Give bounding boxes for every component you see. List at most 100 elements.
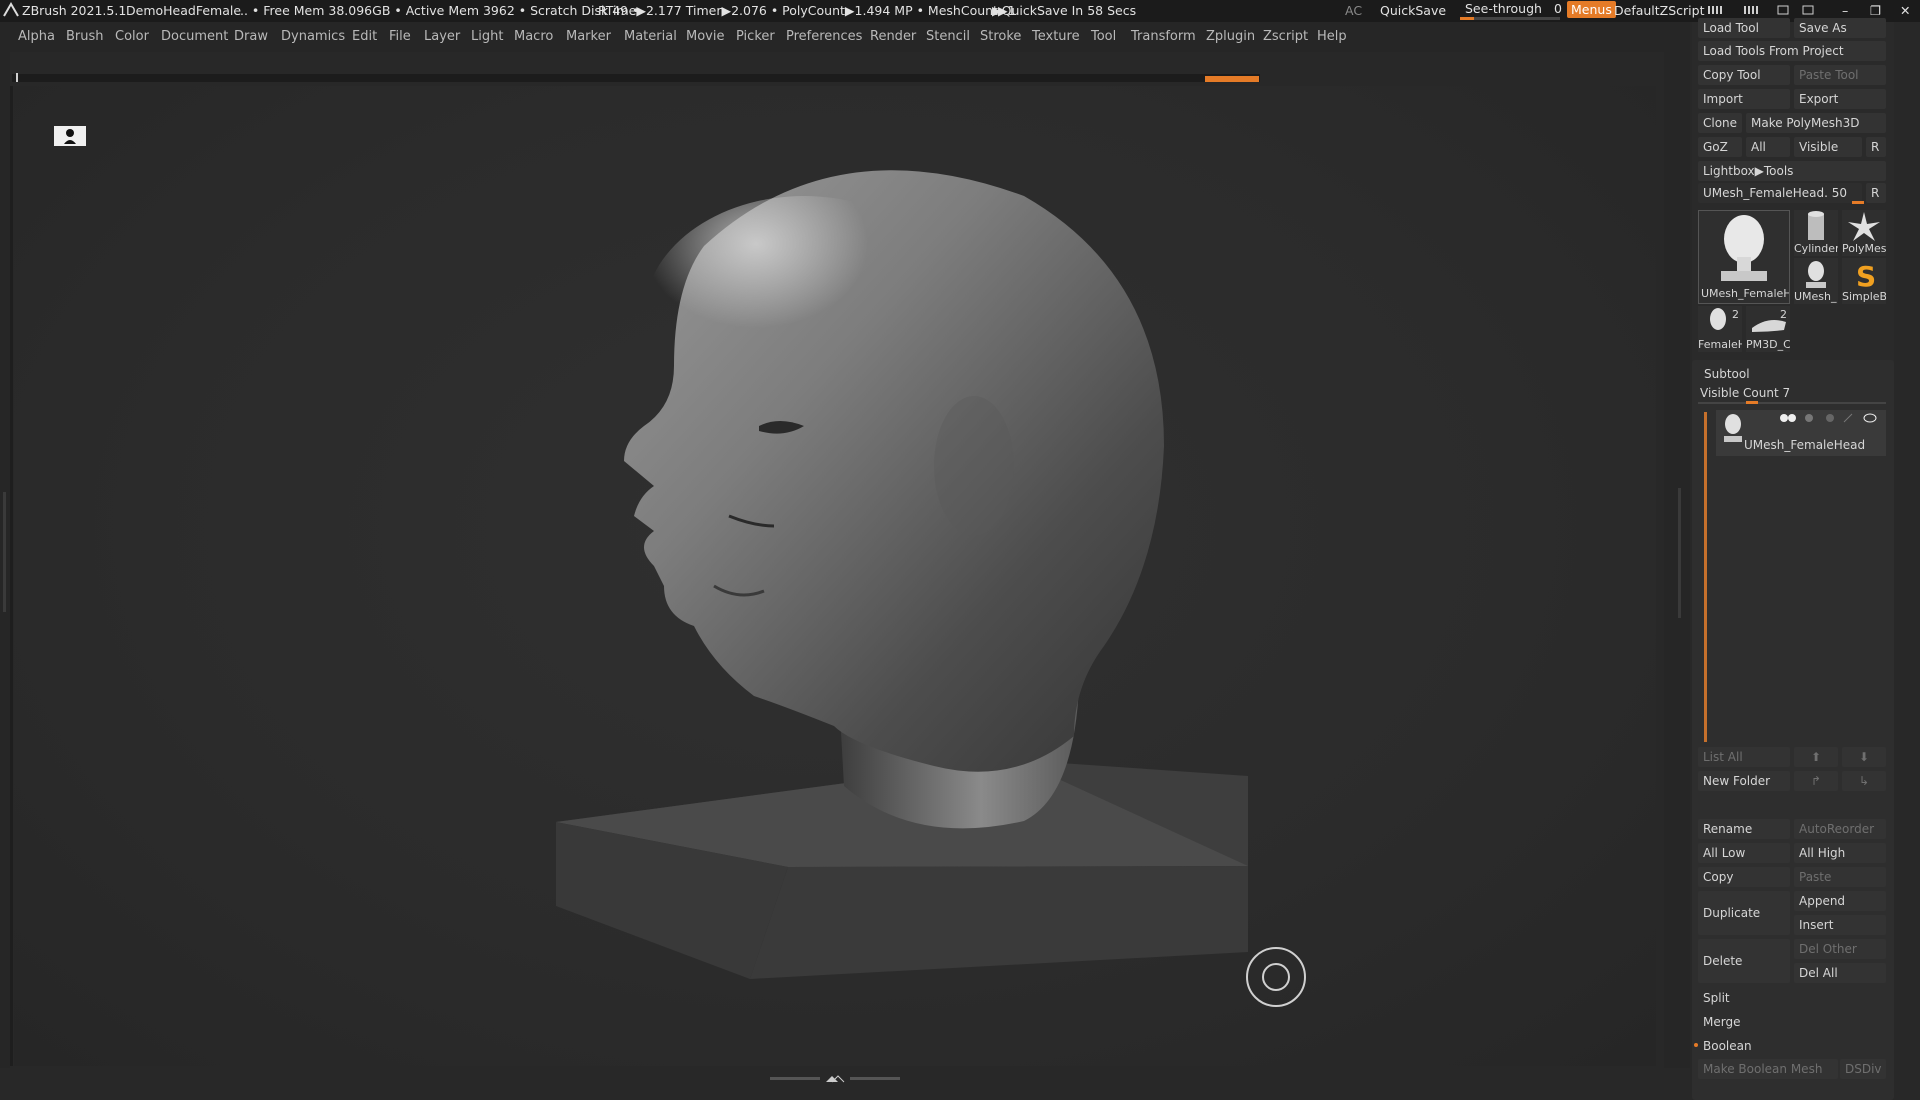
save-as-button[interactable]: Save As bbox=[1794, 18, 1886, 38]
menu-edit[interactable]: Edit bbox=[352, 29, 377, 44]
copy-tool-button[interactable]: Copy Tool bbox=[1698, 65, 1790, 85]
tool-thumb-umesh-femalehead[interactable]: UMesh_FemaleH bbox=[1698, 210, 1790, 304]
quicksave-button[interactable]: QuickSave bbox=[1380, 3, 1446, 18]
load-tool-button[interactable]: Load Tool bbox=[1698, 18, 1790, 38]
see-through-slider[interactable]: See-through 0 bbox=[1465, 1, 1562, 16]
folder-up-icon[interactable]: ↱ bbox=[1794, 771, 1838, 791]
visible-count-track[interactable] bbox=[1698, 402, 1886, 404]
menu-file[interactable]: File bbox=[389, 29, 411, 44]
bottom-shelf-handle[interactable] bbox=[770, 1069, 900, 1083]
subtool-toggle-icons[interactable] bbox=[1754, 412, 1884, 424]
del-all-button[interactable]: Del All bbox=[1794, 963, 1886, 983]
load-tools-from-project-button[interactable]: Load Tools From Project bbox=[1698, 41, 1886, 61]
subtool-title[interactable]: Subtool bbox=[1704, 367, 1750, 381]
current-tool-slider[interactable]: UMesh_FemaleHead. 50 bbox=[1698, 183, 1862, 203]
paste-subtool-button[interactable]: Paste bbox=[1794, 867, 1886, 887]
new-folder-button[interactable]: New Folder bbox=[1698, 771, 1790, 791]
visible-count-fill bbox=[1746, 401, 1758, 404]
menu-help[interactable]: Help bbox=[1317, 29, 1347, 44]
right-shelf[interactable] bbox=[1664, 52, 1690, 1068]
visible-count-slider[interactable]: Visible Count 7 bbox=[1700, 386, 1790, 400]
paste-tool-button[interactable]: Paste Tool bbox=[1794, 65, 1886, 85]
tool-thumb-umesh-small[interactable]: UMesh_ bbox=[1794, 258, 1838, 304]
document-canvas[interactable] bbox=[14, 86, 1656, 1066]
menu-transform[interactable]: Transform bbox=[1131, 29, 1196, 44]
tool-thumb-polymesh[interactable]: PolyMes bbox=[1842, 210, 1886, 256]
tool-thumb-simplebrush[interactable]: S SimpleB bbox=[1842, 258, 1886, 304]
tool-thumb-female[interactable]: 2 FemaleH bbox=[1698, 306, 1742, 352]
menu-marker[interactable]: Marker bbox=[566, 29, 611, 44]
merge-section[interactable]: Merge bbox=[1698, 1012, 1886, 1032]
right-shelf-handle[interactable] bbox=[1678, 488, 1681, 618]
folder-down-icon[interactable]: ↳ bbox=[1842, 771, 1886, 791]
list-all-button[interactable]: List All bbox=[1698, 747, 1790, 767]
export-button[interactable]: Export bbox=[1794, 89, 1886, 109]
top-shelf[interactable] bbox=[12, 74, 1260, 82]
head-sculpt-model[interactable] bbox=[14, 86, 1656, 1066]
goz-r-button[interactable]: R bbox=[1866, 137, 1886, 157]
del-other-button[interactable]: Del Other bbox=[1794, 939, 1886, 959]
menu-brush[interactable]: Brush bbox=[66, 29, 104, 44]
menu-alpha[interactable]: Alpha bbox=[18, 29, 55, 44]
lightbox-tools-button[interactable]: Lightbox▶Tools bbox=[1698, 161, 1886, 181]
menu-draw[interactable]: Draw bbox=[234, 29, 268, 44]
menu-light[interactable]: Light bbox=[471, 29, 503, 44]
dsdiv-button[interactable]: DSDiv bbox=[1840, 1059, 1886, 1079]
navigation-gizmo[interactable] bbox=[1246, 947, 1306, 1007]
restore-icon[interactable]: ❐ bbox=[1870, 3, 1881, 18]
minimize-icon[interactable]: – bbox=[1842, 3, 1848, 18]
move-down-arrow-icon[interactable]: ⬇ bbox=[1842, 747, 1886, 767]
menu-picker[interactable]: Picker bbox=[736, 29, 775, 44]
menu-stencil[interactable]: Stencil bbox=[926, 29, 970, 44]
all-high-button[interactable]: All High bbox=[1794, 843, 1886, 863]
tool-thumb-pm3d[interactable]: 2 PM3D_C bbox=[1746, 306, 1790, 352]
menu-material[interactable]: Material bbox=[624, 29, 677, 44]
menu-zplugin[interactable]: Zplugin bbox=[1206, 29, 1255, 44]
copy-subtool-button[interactable]: Copy bbox=[1698, 867, 1790, 887]
menu-texture[interactable]: Texture bbox=[1032, 29, 1080, 44]
see-through-fill bbox=[1460, 17, 1474, 20]
boolean-section[interactable]: Boolean bbox=[1698, 1036, 1886, 1056]
default-zscript-button[interactable]: DefaultZScript bbox=[1614, 3, 1705, 18]
split-section[interactable]: Split bbox=[1698, 988, 1886, 1008]
menu-color[interactable]: Color bbox=[115, 29, 149, 44]
menu-tool[interactable]: Tool bbox=[1091, 29, 1116, 44]
left-shelf[interactable] bbox=[0, 52, 10, 1068]
menu-dynamics[interactable]: Dynamics bbox=[281, 29, 345, 44]
subtool-item[interactable]: UMesh_FemaleHead bbox=[1716, 410, 1886, 456]
move-up-arrow-icon[interactable]: ⬆ bbox=[1794, 747, 1838, 767]
import-button[interactable]: Import bbox=[1698, 89, 1790, 109]
subtool-scrollbar[interactable] bbox=[1704, 412, 1707, 742]
goz-all-button[interactable]: All bbox=[1746, 137, 1790, 157]
menu-zscript[interactable]: Zscript bbox=[1263, 29, 1308, 44]
duplicate-button[interactable]: Duplicate bbox=[1698, 891, 1790, 935]
menus-toggle[interactable]: Menus bbox=[1567, 1, 1616, 18]
delete-button[interactable]: Delete bbox=[1698, 939, 1790, 983]
current-tool-r-button[interactable]: R bbox=[1866, 183, 1886, 203]
menu-macro[interactable]: Macro bbox=[514, 29, 553, 44]
tool-panel: Load Tool Save As Load Tools From Projec… bbox=[1692, 18, 1894, 1100]
goz-button[interactable]: GoZ bbox=[1698, 137, 1742, 157]
svg-text:S: S bbox=[1856, 260, 1876, 292]
auto-reorder-button[interactable]: AutoReorder bbox=[1794, 819, 1886, 839]
rename-button[interactable]: Rename bbox=[1698, 819, 1790, 839]
make-boolean-mesh-button[interactable]: Make Boolean Mesh bbox=[1698, 1059, 1838, 1079]
ac-button[interactable]: AC bbox=[1345, 3, 1362, 18]
menu-preferences[interactable]: Preferences bbox=[786, 29, 862, 44]
left-shelf-handle[interactable] bbox=[3, 492, 6, 612]
tool-thumb-caption: PolyMes bbox=[1842, 242, 1886, 255]
all-low-button[interactable]: All Low bbox=[1698, 843, 1790, 863]
close-icon[interactable]: ✕ bbox=[1900, 3, 1910, 18]
menu-document[interactable]: Document bbox=[161, 29, 228, 44]
menu-render[interactable]: Render bbox=[870, 29, 916, 44]
append-button[interactable]: Append bbox=[1794, 891, 1886, 911]
tool-thumb-cylinder[interactable]: Cylinder bbox=[1794, 210, 1838, 256]
menu-movie[interactable]: Movie bbox=[686, 29, 724, 44]
see-through-track[interactable] bbox=[1460, 17, 1560, 20]
menu-stroke[interactable]: Stroke bbox=[980, 29, 1021, 44]
menu-layer[interactable]: Layer bbox=[424, 29, 460, 44]
goz-visible-button[interactable]: Visible bbox=[1794, 137, 1862, 157]
make-polymesh3d-button[interactable]: Make PolyMesh3D bbox=[1746, 113, 1886, 133]
clone-button[interactable]: Clone bbox=[1698, 113, 1742, 133]
insert-button[interactable]: Insert bbox=[1794, 915, 1886, 935]
